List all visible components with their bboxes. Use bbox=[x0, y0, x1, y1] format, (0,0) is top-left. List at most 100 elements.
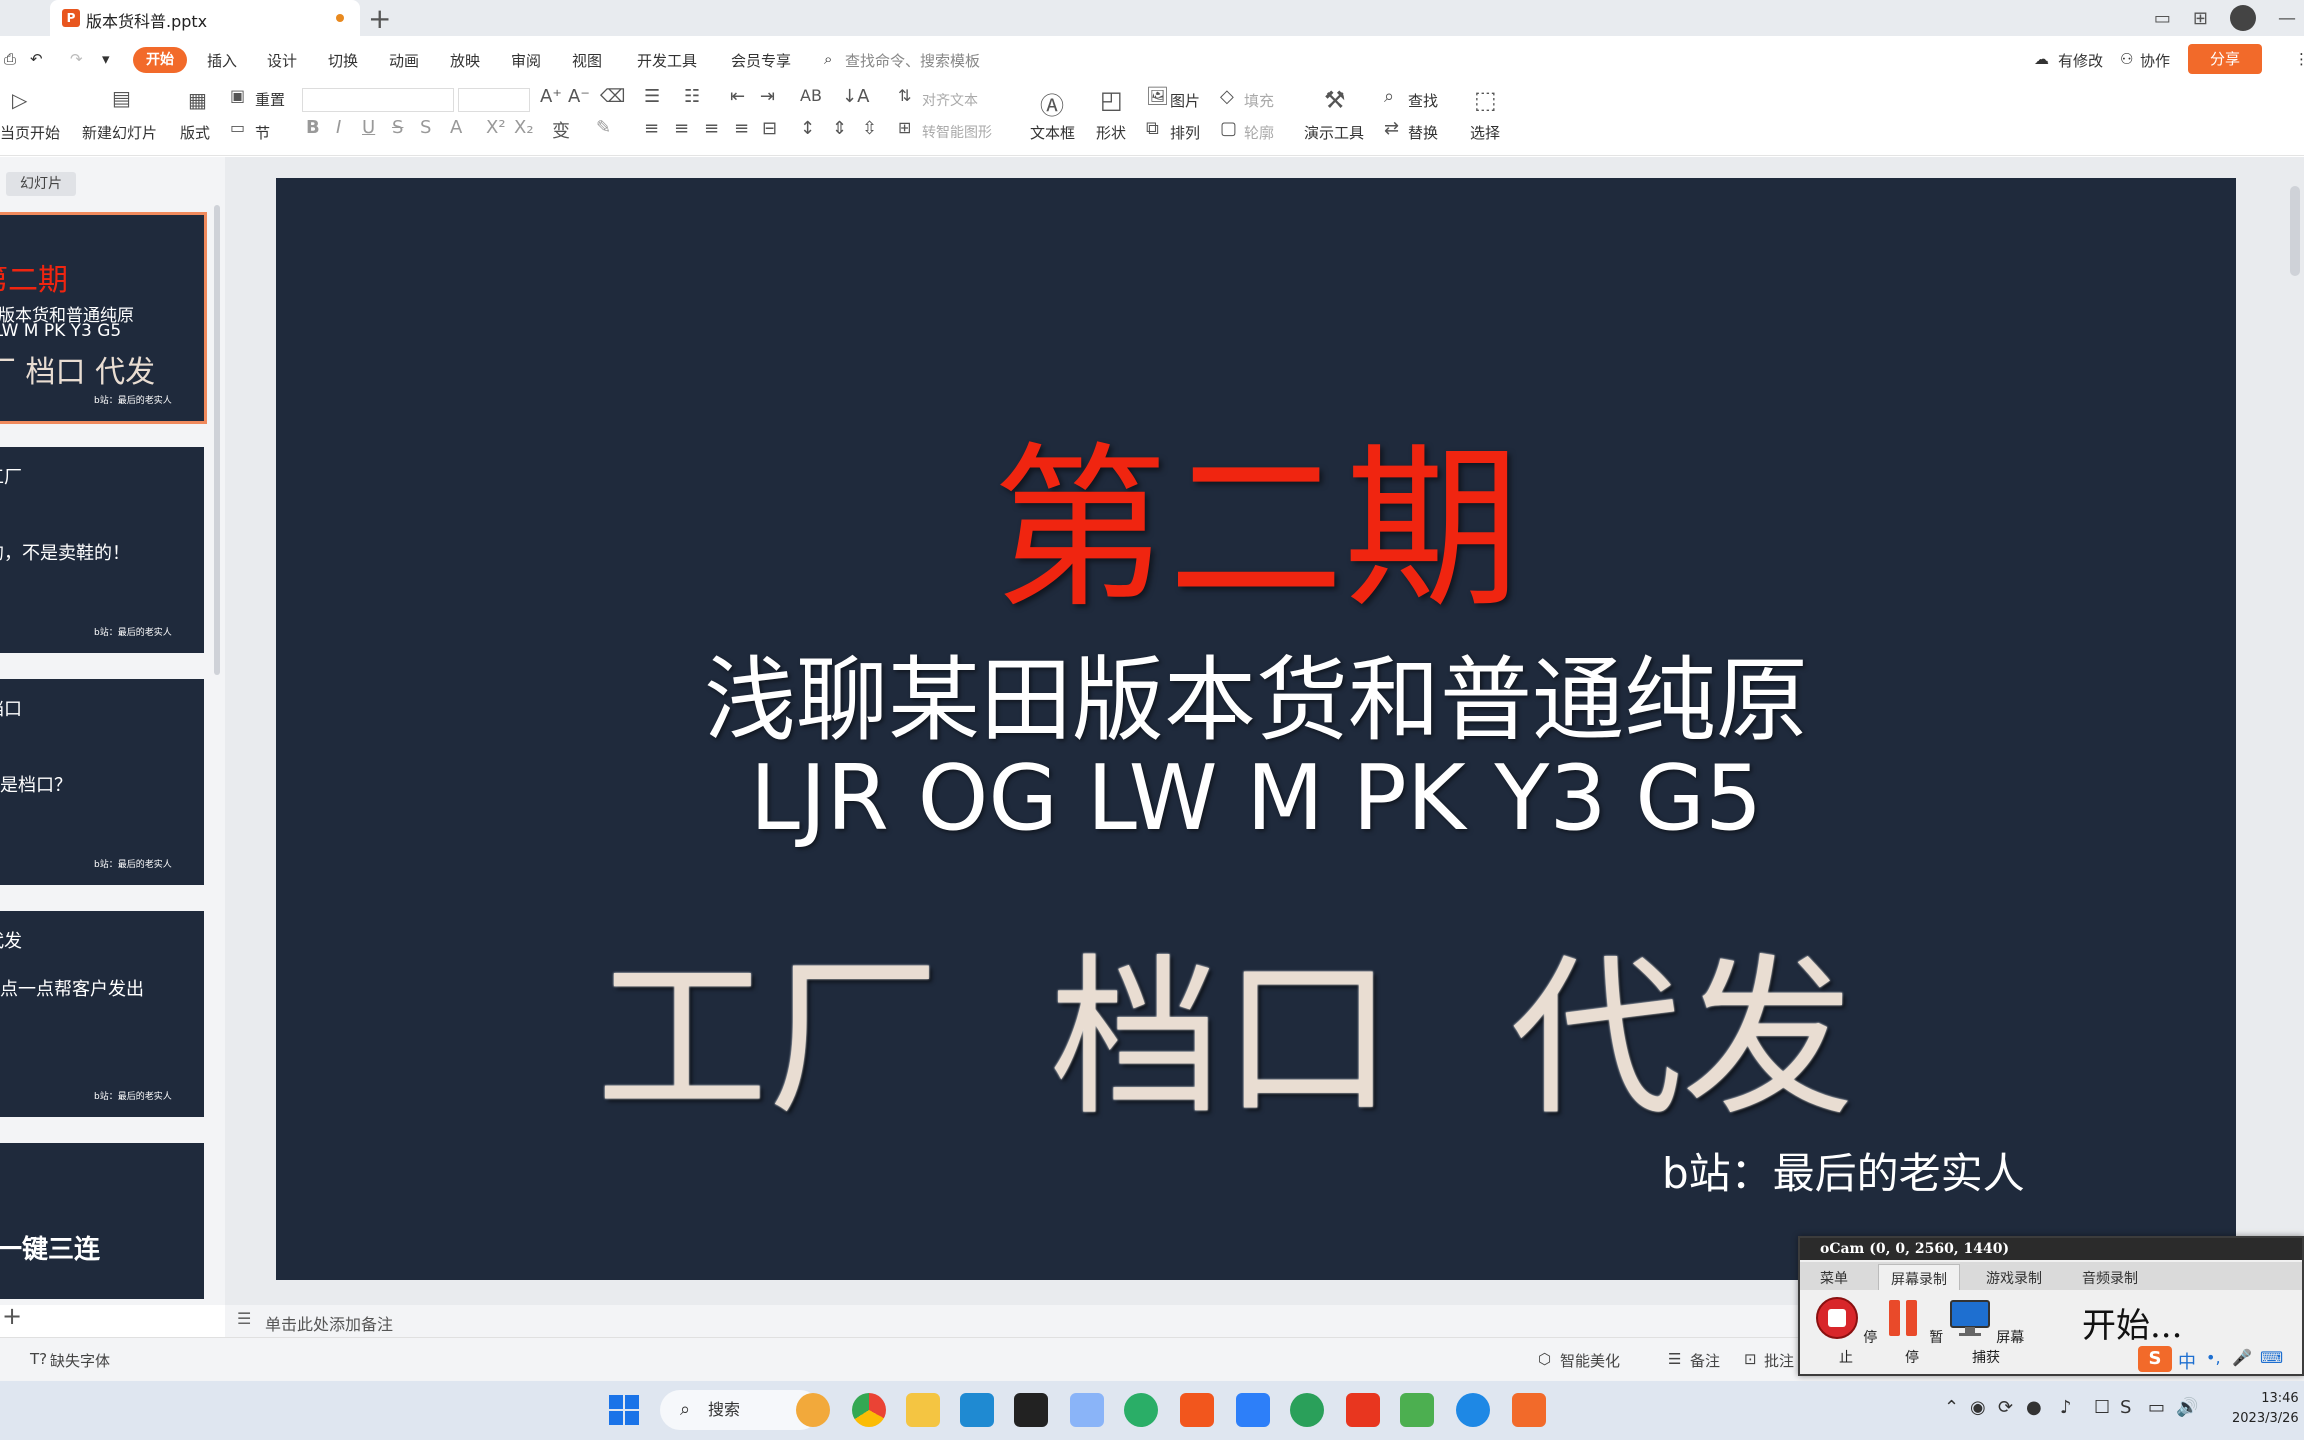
shadow-icon[interactable]: S bbox=[420, 117, 431, 138]
find-button[interactable]: 查找 bbox=[1408, 90, 1438, 111]
text-direction-icon[interactable]: AB bbox=[800, 86, 822, 105]
ime-mode-label[interactable]: 中 bbox=[2178, 1348, 2196, 1374]
select-button[interactable]: 选择 bbox=[1470, 122, 1500, 143]
bold-icon[interactable]: B bbox=[306, 117, 320, 138]
quick-access-dropdown-icon[interactable]: ▾ bbox=[102, 50, 110, 68]
tray-sync-icon[interactable]: ⟳ bbox=[1998, 1397, 2013, 1418]
slide-thumbnail-4[interactable]: 代发 一点一点帮客户发出 b站：最后的老实人 bbox=[0, 911, 204, 1117]
smart-shape-button[interactable]: 转智能图形 bbox=[922, 122, 992, 142]
replace-icon[interactable]: ⇄ bbox=[1384, 118, 1399, 139]
tray-app-icon[interactable]: ◉ bbox=[1970, 1397, 1986, 1418]
superscript-icon[interactable]: X² bbox=[486, 117, 506, 138]
increase-font-icon[interactable]: A⁺ bbox=[540, 86, 562, 107]
slides-panel-scrollbar[interactable] bbox=[214, 205, 220, 675]
tray-wechat-icon[interactable]: ● bbox=[2026, 1397, 2042, 1418]
slide-word-dropship[interactable]: 代发 bbox=[1510, 898, 1854, 1148]
windows-start-icon[interactable] bbox=[608, 1394, 640, 1426]
canvas-scrollbar[interactable] bbox=[2290, 186, 2300, 276]
tray-volume-icon[interactable]: 🔊 bbox=[2176, 1397, 2198, 1418]
smart-beautify-button[interactable]: 智能美化 bbox=[1560, 1350, 1620, 1371]
picture-icon[interactable]: 🖼 bbox=[1146, 86, 1169, 107]
align-center-icon[interactable]: ≡ bbox=[674, 118, 689, 139]
tray-monitor-icon[interactable]: ▭ bbox=[2148, 1397, 2165, 1418]
strikethrough-icon[interactable]: S bbox=[392, 117, 403, 138]
slide-thumbnail-2[interactable]: 工厂 我是卖鞋的，不是卖鞋的！ b站：最后的老实人 bbox=[0, 447, 204, 653]
paragraph-spacing-icon[interactable]: ⇕ bbox=[832, 118, 847, 139]
taskbar-clock[interactable]: 13:46 2023/3/26 bbox=[2232, 1389, 2299, 1429]
print-preview-icon[interactable]: ⎙ bbox=[4, 50, 16, 68]
font-color-icon[interactable]: A bbox=[450, 117, 462, 138]
has-changes-link[interactable]: 有修改 bbox=[2058, 50, 2103, 71]
shape-icon[interactable]: ◰ bbox=[1100, 86, 1123, 114]
ime-keyboard-icon[interactable]: ⌨ bbox=[2260, 1348, 2283, 1367]
tab-review[interactable]: 审阅 bbox=[511, 50, 541, 71]
missing-fonts-button[interactable]: 缺失字体 bbox=[50, 1350, 110, 1371]
reset-button[interactable]: 重置 bbox=[255, 89, 285, 110]
slide-author[interactable]: b站：最后的老实人 bbox=[1662, 1140, 2025, 1201]
phonetic-icon[interactable]: 变 bbox=[552, 117, 570, 143]
ocam-window[interactable]: oCam (0, 0, 2560, 1440) 菜单 屏幕录制 游戏录制 音频录… bbox=[1798, 1236, 2304, 1376]
slide-thumbnail-5[interactable]: 可以一键三连 bbox=[0, 1143, 204, 1299]
file-explorer-icon[interactable] bbox=[906, 1393, 940, 1427]
new-slide-button[interactable]: 新建幻灯片 bbox=[82, 122, 157, 143]
underline-icon[interactable]: U bbox=[362, 117, 375, 138]
video-app-icon[interactable] bbox=[1180, 1393, 1214, 1427]
tab-member[interactable]: 会员专享 bbox=[731, 50, 791, 71]
more-icon[interactable]: ⋮ bbox=[2294, 50, 2304, 68]
feishu-icon[interactable] bbox=[1236, 1393, 1270, 1427]
ime-mic-icon[interactable]: 🎤 bbox=[2232, 1348, 2252, 1367]
minimize-icon[interactable]: — bbox=[2278, 8, 2296, 29]
photos-icon[interactable] bbox=[1400, 1393, 1434, 1427]
ocam-tab-audio-record[interactable]: 音频录制 bbox=[2070, 1264, 2150, 1290]
wechat-icon[interactable] bbox=[1124, 1393, 1158, 1427]
layout-icon[interactable]: ▭ bbox=[2154, 8, 2171, 29]
line-spacing-icon[interactable]: ↕ bbox=[800, 118, 815, 139]
tab-slideshow[interactable]: 放映 bbox=[450, 50, 480, 71]
ocam-pause-button[interactable]: 暂停 bbox=[1880, 1296, 1944, 1367]
picture-button[interactable]: 图片 bbox=[1170, 90, 1200, 111]
share-button[interactable]: 分享 bbox=[2188, 44, 2262, 74]
play-icon[interactable]: ▷ bbox=[12, 88, 27, 112]
search-app-icon[interactable] bbox=[796, 1393, 830, 1427]
tray-speaker-mute-icon[interactable]: ♪ bbox=[2060, 1397, 2072, 1418]
textbox-icon[interactable]: Ⓐ bbox=[1040, 86, 1064, 121]
align-text-button[interactable]: 对齐文本 bbox=[922, 90, 978, 110]
tab-insert[interactable]: 插入 bbox=[207, 50, 237, 71]
layout-icon[interactable]: ▦ bbox=[188, 88, 207, 112]
slide-thumbnail-3[interactable]: 档口 什么是档口？ b站：最后的老实人 bbox=[0, 679, 204, 885]
slide-subtitle-chinese[interactable]: 浅聊某田版本货和普通纯原 bbox=[276, 626, 2236, 759]
comments-button[interactable]: 批注 bbox=[1764, 1350, 1794, 1371]
notes-placeholder[interactable]: 单击此处添加备注 bbox=[265, 1311, 393, 1335]
arrange-icon[interactable]: ⧉ bbox=[1146, 118, 1159, 139]
outdent-icon[interactable]: ⇤ bbox=[730, 86, 745, 107]
tab-home[interactable]: 开始 bbox=[133, 47, 187, 73]
textbox-button[interactable]: 文本框 bbox=[1030, 122, 1075, 143]
add-slide-icon[interactable]: + bbox=[2, 1302, 22, 1330]
sogou-ime-icon[interactable]: S bbox=[2138, 1346, 2172, 1372]
document-tab[interactable]: P 版本货科普.pptx bbox=[50, 0, 360, 36]
wps-icon[interactable] bbox=[1346, 1393, 1380, 1427]
justify-icon[interactable]: ≡ bbox=[734, 118, 749, 139]
indent-icon[interactable]: ⇥ bbox=[760, 86, 775, 107]
ime-punct-icon[interactable]: •, bbox=[2206, 1348, 2221, 1367]
ocam-tab-screen-record[interactable]: 屏幕录制 bbox=[1878, 1264, 1960, 1290]
reset-icon[interactable]: ▣ bbox=[230, 86, 245, 105]
avatar[interactable] bbox=[2230, 5, 2256, 31]
slides-panel-tab[interactable]: 幻灯片 bbox=[6, 172, 76, 196]
notes-toggle-button[interactable]: 备注 bbox=[1690, 1350, 1720, 1371]
slide-title[interactable]: 第二期 bbox=[276, 386, 2236, 641]
tab-design[interactable]: 设计 bbox=[267, 50, 297, 71]
undo-icon[interactable]: ↶ bbox=[30, 50, 43, 68]
command-search-input[interactable]: 查找命令、搜索模板 bbox=[845, 50, 980, 71]
section-button[interactable]: 节 bbox=[255, 122, 270, 143]
new-tab-button[interactable]: + bbox=[368, 2, 391, 35]
redo-icon[interactable]: ↷ bbox=[70, 50, 83, 68]
fill-icon[interactable]: ◇ bbox=[1220, 86, 1234, 107]
slide-word-stall[interactable]: 档口 bbox=[1050, 898, 1394, 1148]
chat-app-icon[interactable] bbox=[1456, 1393, 1490, 1427]
section-icon[interactable]: ▭ bbox=[230, 118, 245, 137]
bullet-list-icon[interactable]: ☰ bbox=[644, 86, 660, 107]
network-app-icon[interactable] bbox=[1070, 1393, 1104, 1427]
align-left-icon[interactable]: ≡ bbox=[644, 118, 659, 139]
font-size-select[interactable] bbox=[458, 88, 530, 112]
